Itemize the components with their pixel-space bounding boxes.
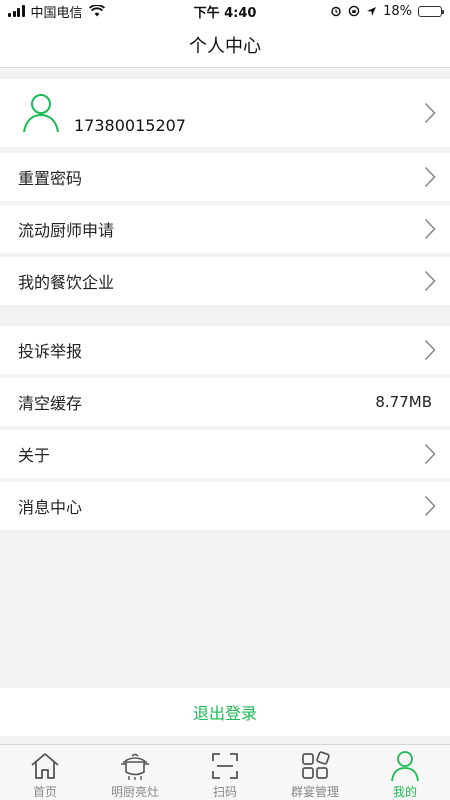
scan-icon (212, 753, 238, 779)
tab-banquet-management[interactable]: 群宴管理 (270, 745, 360, 800)
tab-scan[interactable]: 扫码 (180, 745, 270, 800)
profile-row[interactable]: 17380015207 (0, 79, 450, 147)
profile-phone: 17380015207 (74, 115, 186, 135)
signal-icon (8, 5, 25, 17)
logout-button[interactable]: 退出登录 (0, 688, 450, 736)
tab-label: 首页 (32, 785, 57, 799)
pot-icon (121, 753, 149, 780)
tab-label: 群宴管理 (290, 785, 339, 799)
cache-size-value: 8.77MB (375, 393, 432, 411)
tab-open-kitchen[interactable]: 明厨亮灶 (90, 745, 180, 800)
tab-label: 我的 (392, 785, 417, 799)
chevron-right-icon (424, 270, 436, 292)
page-title: 个人中心 (189, 35, 261, 57)
battery-percent: 18% (383, 3, 412, 19)
menu-item-complaint-report[interactable]: 投诉举报 (0, 326, 450, 374)
menu-item-label: 投诉举报 (18, 342, 83, 361)
tab-home[interactable]: 首页 (0, 745, 90, 800)
menu-item-reset-password[interactable]: 重置密码 (0, 153, 450, 201)
wifi-icon (88, 5, 105, 17)
menu-item-label: 重置密码 (18, 169, 83, 188)
menu-item-my-catering-business[interactable]: 我的餐饮企业 (0, 257, 450, 305)
menu-item-mobile-chef-application[interactable]: 流动厨师申请 (0, 205, 450, 253)
chevron-right-icon (424, 339, 436, 361)
menu-item-label: 流动厨师申请 (18, 221, 115, 240)
menu-item-label: 消息中心 (18, 498, 83, 517)
menu-item-label: 清空缓存 (18, 394, 83, 413)
home-icon (31, 753, 59, 779)
menu-item-label: 我的餐饮企业 (18, 273, 115, 292)
menu-item-clear-cache[interactable]: 清空缓存 8.77MB (0, 378, 450, 426)
tab-label: 扫码 (212, 785, 237, 799)
chevron-right-icon (424, 102, 436, 124)
tab-label: 明厨亮灶 (110, 785, 159, 799)
status-bar-left: 中国电信 (8, 2, 105, 21)
chevron-right-icon (424, 443, 436, 465)
chevron-right-icon (424, 166, 436, 188)
menu-item-message-center[interactable]: 消息中心 (0, 482, 450, 530)
menu-item-label: 关于 (18, 446, 51, 465)
battery-icon (418, 5, 444, 17)
tab-bar: 首页 明厨亮灶 扫码 群宴管理 我的 (0, 744, 450, 800)
grid-icon (302, 751, 330, 779)
carrier-name: 中国电信 (30, 5, 83, 21)
status-bar-right: 18% (330, 3, 444, 19)
location-icon (367, 6, 377, 16)
tab-mine[interactable]: 我的 (360, 745, 450, 800)
lock-rotation-icon (348, 5, 360, 17)
status-bar: 中国电信 下午 4:40 18% (0, 0, 450, 22)
user-icon (391, 751, 419, 782)
avatar-user-icon (23, 94, 59, 133)
menu-item-about[interactable]: 关于 (0, 430, 450, 478)
alarm-icon (331, 6, 341, 17)
chevron-right-icon (424, 218, 436, 240)
nav-header: 个人中心 (0, 22, 450, 68)
chevron-right-icon (424, 495, 436, 517)
